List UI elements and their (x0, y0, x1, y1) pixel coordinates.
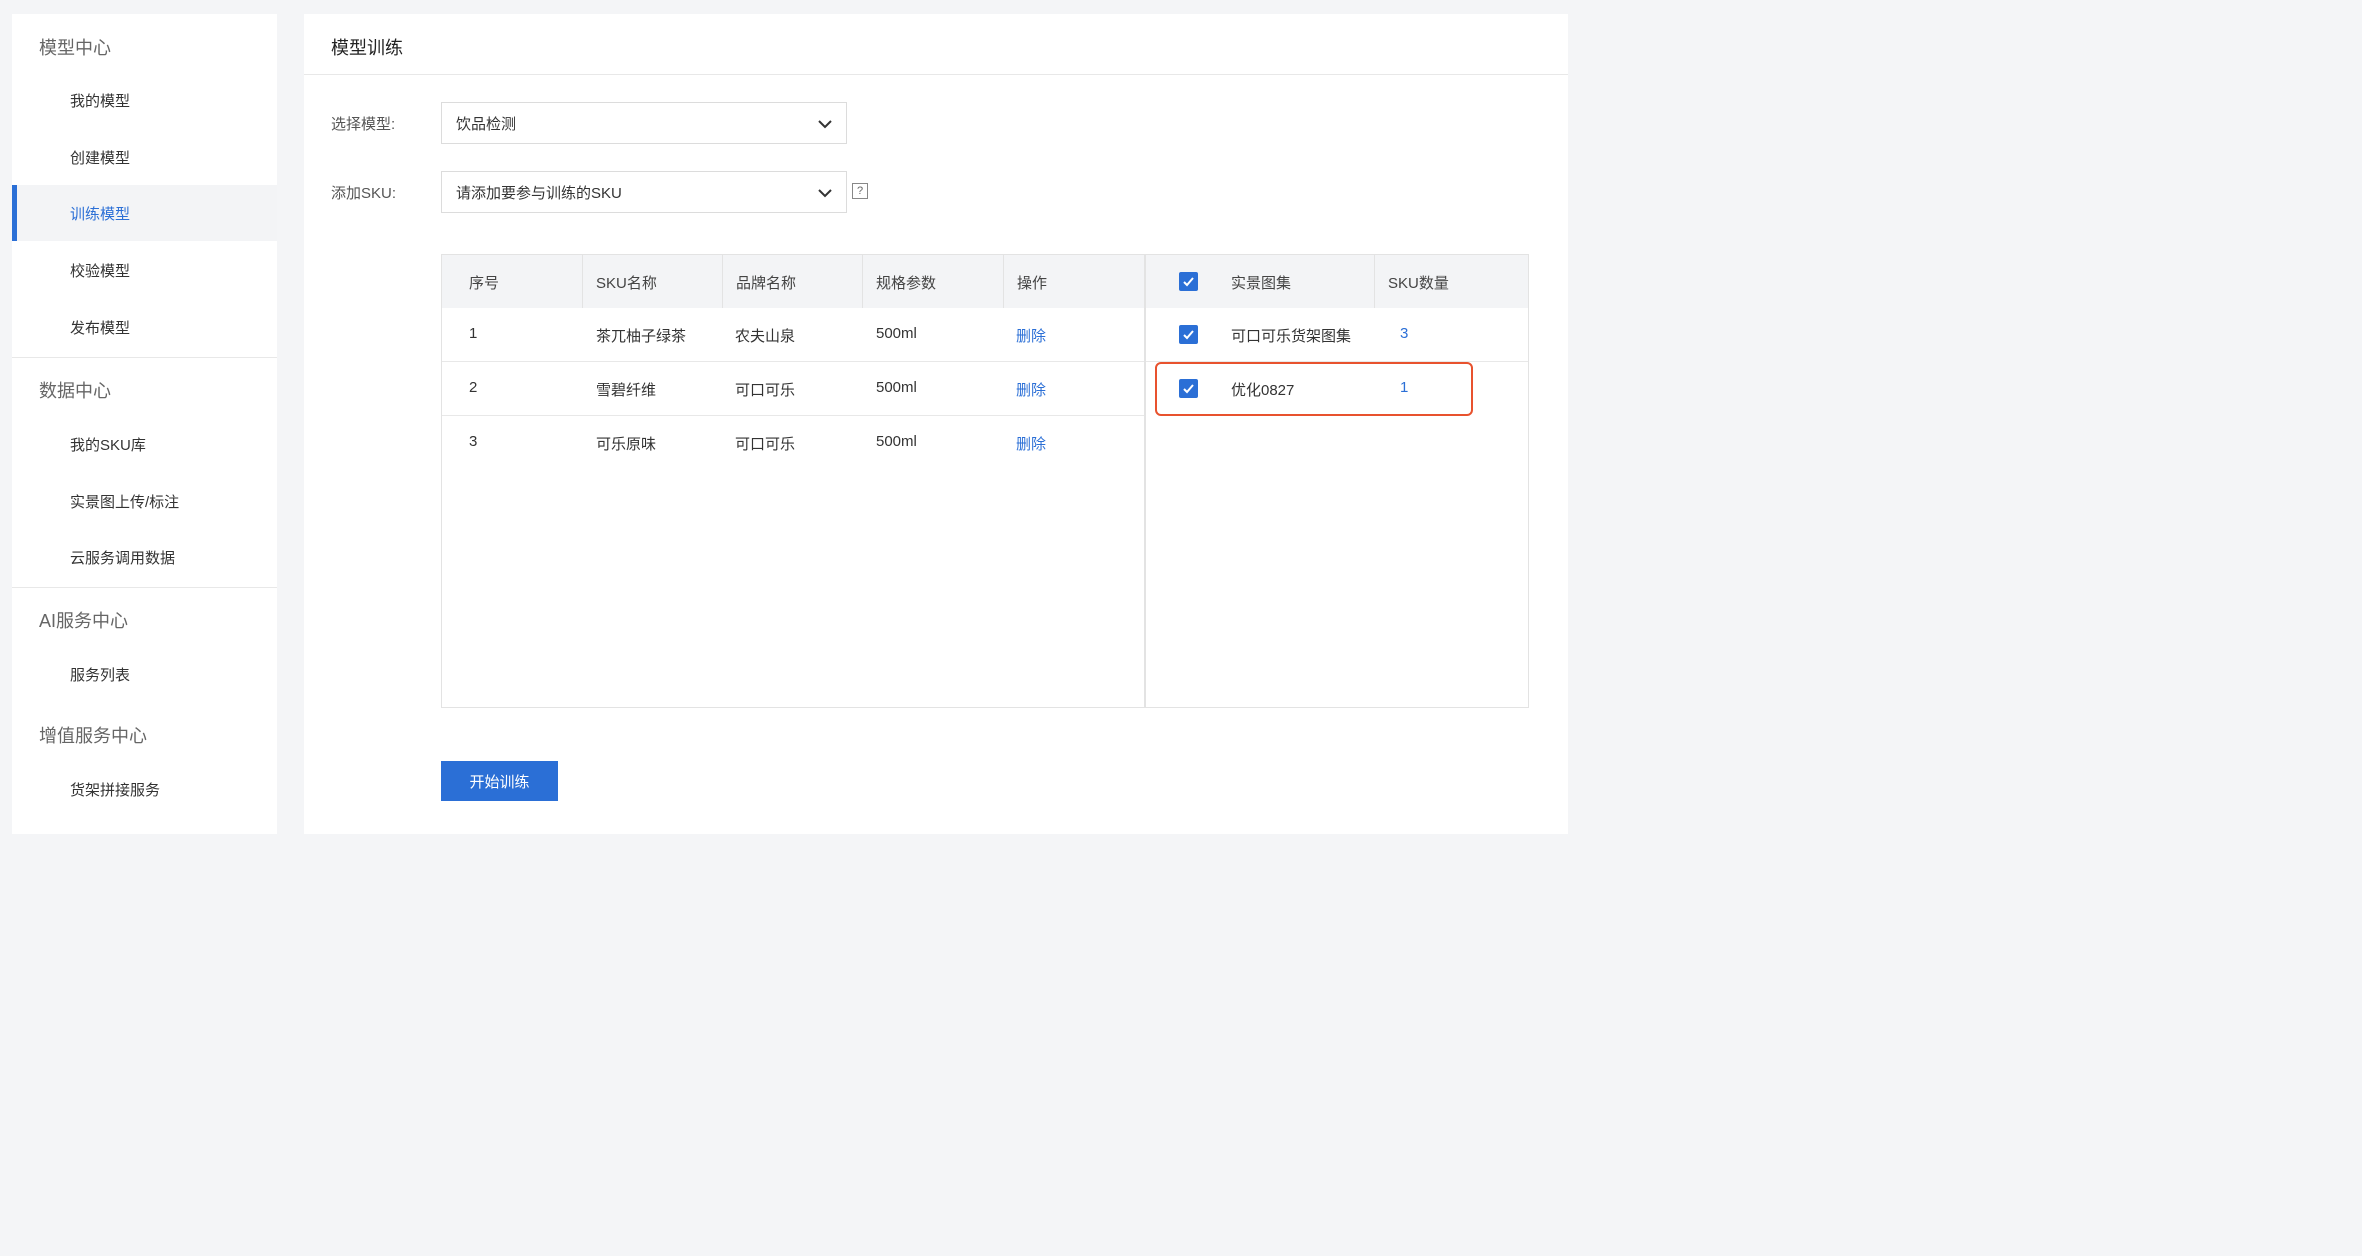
column-header-action: 操作 (1017, 275, 1048, 292)
table-row: 可口可乐货架图集 3 (1146, 308, 1528, 362)
cell-brand: 可口可乐 (735, 382, 796, 399)
table-row: 2 雪碧纤维 可口可乐 500ml 删除 (442, 362, 1144, 416)
check-icon (1183, 384, 1194, 394)
cell-index: 2 (469, 379, 478, 396)
table-row: 1 茶兀柚子绿茶 农夫山泉 500ml 删除 (442, 308, 1144, 362)
sku-select[interactable]: 请添加要参与训练的SKU (441, 171, 847, 213)
column-header-scene-gallery: 实景图集 (1231, 275, 1292, 292)
model-select-value: 饮品检测 (456, 115, 517, 133)
sidebar: 模型中心 我的模型 创建模型 训练模型 校验模型 发布模型 数据中心 我的SKU… (12, 14, 277, 834)
sidebar-item-cloud-service-data[interactable]: 云服务调用数据 (12, 529, 277, 585)
column-header-index: 序号 (469, 275, 500, 292)
chevron-down-icon (818, 189, 832, 198)
cell-spec: 500ml (876, 379, 917, 396)
row-checkbox[interactable] (1179, 325, 1198, 344)
page-title: 模型训练 (331, 38, 403, 58)
model-select[interactable]: 饮品检测 (441, 102, 847, 144)
table-header: 序号 SKU名称 品牌名称 规格参数 操作 实景图集 SKU数量 (442, 255, 1528, 308)
column-separator (862, 255, 863, 308)
delete-link[interactable]: 删除 (1016, 325, 1046, 346)
sidebar-item-train-model[interactable]: 训练模型 (12, 185, 277, 241)
sku-select-placeholder: 请添加要参与训练的SKU (456, 184, 622, 202)
cell-gallery-name: 优化0827 (1231, 382, 1295, 399)
column-separator (582, 255, 583, 308)
cell-index: 3 (469, 433, 478, 450)
sidebar-item-publish-model[interactable]: 发布模型 (12, 299, 277, 355)
nav-group-data-center: 数据中心 (39, 381, 111, 401)
model-select-label: 选择模型: (331, 116, 396, 133)
table-row: 优化0827 1 (1146, 362, 1528, 416)
sidebar-item-my-sku-library[interactable]: 我的SKU库 (12, 416, 277, 472)
check-icon (1183, 277, 1194, 287)
column-header-spec: 规格参数 (876, 275, 937, 292)
nav-divider (12, 587, 277, 588)
select-all-checkbox[interactable] (1179, 272, 1198, 291)
sidebar-item-scene-upload[interactable]: 实景图上传/标注 (12, 473, 277, 529)
nav-group-model-center: 模型中心 (39, 38, 111, 58)
chevron-down-icon (818, 120, 832, 129)
column-header-brand: 品牌名称 (736, 275, 797, 292)
sku-count-link[interactable]: 3 (1400, 325, 1408, 342)
column-separator (1374, 255, 1375, 308)
help-icon[interactable]: ? (852, 183, 868, 199)
column-header-sku-count: SKU数量 (1388, 275, 1449, 292)
main-panel: 模型训练 选择模型: 饮品检测 添加SKU: 请添加要参与训练的SKU ? 序号… (304, 14, 1568, 834)
cell-sku-name: 雪碧纤维 (596, 382, 657, 399)
row-checkbox[interactable] (1179, 379, 1198, 398)
start-training-button[interactable]: 开始训练 (441, 761, 558, 801)
sidebar-item-create-model[interactable]: 创建模型 (12, 129, 277, 185)
cell-brand: 农夫山泉 (735, 328, 796, 345)
cell-brand: 可口可乐 (735, 436, 796, 453)
cell-gallery-name: 可口可乐货架图集 (1231, 328, 1352, 345)
column-separator (1003, 255, 1004, 308)
sku-count-link[interactable]: 1 (1400, 379, 1408, 396)
column-header-sku-name: SKU名称 (596, 275, 657, 292)
cell-spec: 500ml (876, 433, 917, 450)
delete-link[interactable]: 删除 (1016, 433, 1046, 454)
cell-sku-name: 茶兀柚子绿茶 (596, 328, 687, 345)
training-tables: 序号 SKU名称 品牌名称 规格参数 操作 实景图集 SKU数量 1 茶兀柚子绿… (441, 254, 1529, 708)
cell-index: 1 (469, 325, 478, 342)
sidebar-item-validate-model[interactable]: 校验模型 (12, 242, 277, 298)
column-separator (722, 255, 723, 308)
nav-group-ai-service-center: AI服务中心 (39, 611, 129, 631)
cell-sku-name: 可乐原味 (596, 436, 657, 453)
sidebar-item-my-models[interactable]: 我的模型 (12, 72, 277, 128)
nav-group-value-added-center: 增值服务中心 (39, 726, 147, 746)
table-row: 3 可乐原味 可口可乐 500ml 删除 (442, 416, 1144, 470)
delete-link[interactable]: 删除 (1016, 379, 1046, 400)
page-header: 模型训练 (304, 14, 1568, 75)
check-icon (1183, 330, 1194, 340)
cell-spec: 500ml (876, 325, 917, 342)
nav-divider (12, 357, 277, 358)
sidebar-item-service-list[interactable]: 服务列表 (12, 646, 277, 702)
sidebar-item-shelf-stitching[interactable]: 货架拼接服务 (12, 761, 277, 817)
sku-select-label: 添加SKU: (331, 185, 397, 202)
